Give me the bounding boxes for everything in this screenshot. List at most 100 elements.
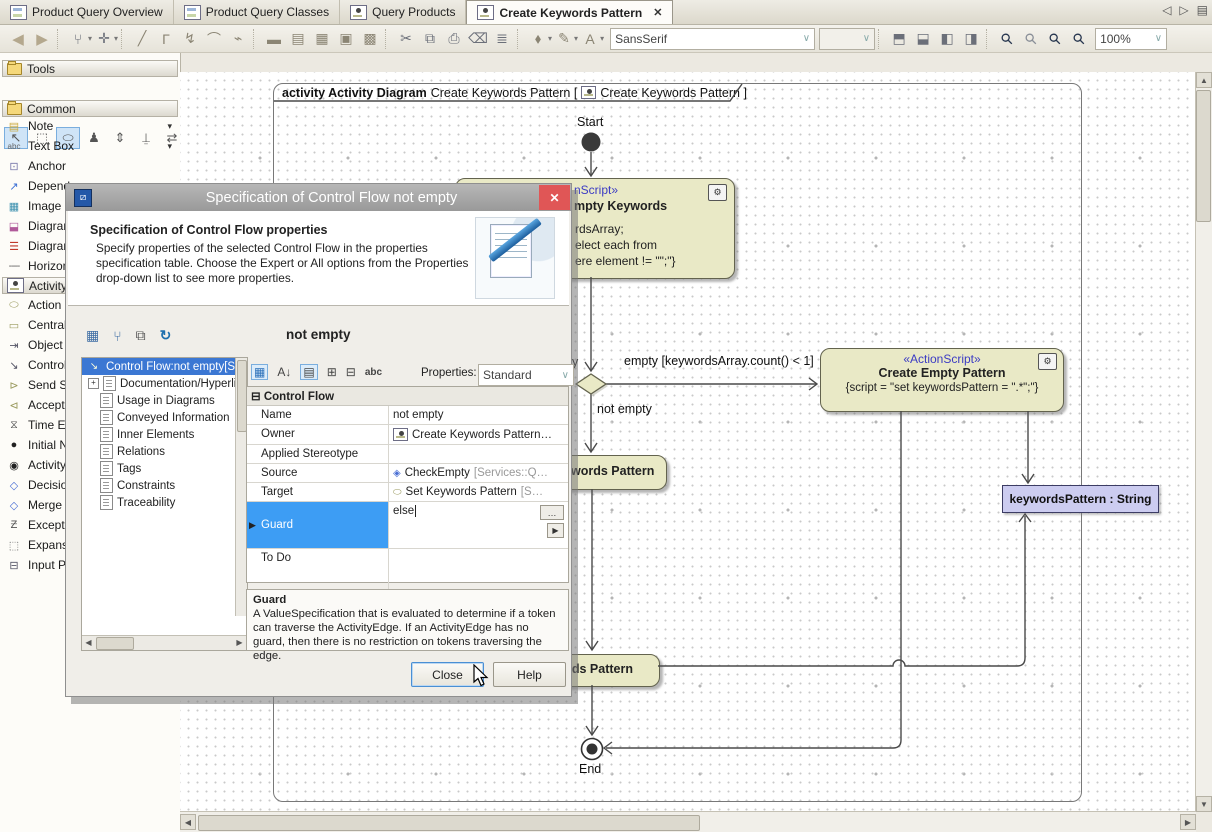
dropdown-caret-icon[interactable]: ▾ [88,34,92,43]
spec-table-icon[interactable]: ▦ [86,327,99,344]
back-button[interactable]: ◀ [7,28,29,50]
horizontal-scroll-thumb[interactable] [198,815,700,831]
palette-section-common[interactable]: Common [2,100,178,117]
tree-item-conveyed-information[interactable]: Conveyed Information [82,409,247,426]
curve-line-icon[interactable]: ⌒ [203,28,225,50]
tree-horizontal-scrollbar[interactable]: ◀ ▶ [82,635,246,650]
horizontal-scrollbar[interactable]: ◀ ▶ [180,811,1196,832]
fill-color-icon[interactable]: ⬧ [527,28,549,50]
layout-grid-icon[interactable]: ▣ [335,28,357,50]
scroll-right-icon[interactable]: ▶ [233,636,246,649]
property-row-to-do[interactable]: To Do [247,549,568,589]
layout-overlap-icon[interactable]: ▩ [359,28,381,50]
line-color-icon[interactable]: ✎ [553,28,575,50]
distribute-shapes-icon[interactable]: ▤ [287,28,309,50]
categorized-view-icon[interactable]: ▦ [251,364,268,380]
action-node-create-empty-pattern[interactable]: ⚙ «ActionScript» Create Empty Pattern {s… [820,348,1064,412]
palette-item-text-box[interactable]: abc Text Box ▾ [0,136,180,156]
scroll-left-icon[interactable]: ◀ [82,636,95,649]
tab-scroll-left-icon[interactable]: ◁ [1162,3,1171,17]
palette-item-anchor[interactable]: ⊡ Anchor [0,156,180,176]
property-row-source[interactable]: Source ◈ CheckEmpty [Services::Q… [247,464,568,483]
dropdown-caret-icon[interactable]: ▾ [548,34,552,43]
tab-query-products[interactable]: Query Products [340,0,466,24]
gear-icon[interactable]: ⚙ [1038,353,1057,370]
tree-item-usage-in-diagrams[interactable]: Usage in Diagrams [82,392,247,409]
collapse-all-icon[interactable]: ⊟ [346,365,356,379]
dialog-title-bar[interactable]: ⧄ Specification of Control Flow not empt… [66,184,571,211]
oblique-line-icon[interactable]: ↯ [179,28,201,50]
scroll-up-icon[interactable]: ▲ [1196,72,1212,88]
properties-mode-select[interactable]: Standard ∨ [478,364,574,386]
vertical-scrollbar[interactable]: ▲ ▼ [1195,72,1212,812]
align-shapes-icon[interactable]: ▬ [263,28,285,50]
scroll-down-icon[interactable]: ▼ [1196,796,1212,812]
guard-expand-button[interactable]: ▶ [547,523,564,538]
tab-close-icon[interactable]: ✕ [653,6,662,19]
copy-icon[interactable]: ⧉ [419,28,441,50]
tree-item-tags[interactable]: Tags [82,460,247,477]
clone-icon[interactable]: ≣ [491,28,513,50]
dropdown-caret-icon[interactable]: ▾ [600,34,604,43]
sort-alphabetically-icon[interactable]: A↓ [277,365,291,379]
property-row-owner[interactable]: Owner Create Keywords Pattern… [247,425,568,445]
paste-icon[interactable]: ⎙ [443,28,465,50]
group-icon[interactable]: ⬒ [888,28,910,50]
line-style-icon[interactable]: ╱ [131,28,153,50]
dropdown-caret-icon[interactable]: ▾ [574,34,578,43]
tree-item-traceability[interactable]: Traceability [82,494,247,511]
abc-edit-icon[interactable]: abc [365,367,382,378]
rows-view-icon[interactable]: ▤ [300,364,317,380]
scroll-left-icon[interactable]: ◀ [180,814,196,830]
refresh-icon[interactable]: ↻ [160,327,172,344]
tab-product-query-overview[interactable]: Product Query Overview [0,0,174,24]
delete-icon[interactable]: ⌫ [467,28,489,50]
usages-tree-icon[interactable]: ⑂ [113,328,121,344]
group-header-control-flow[interactable]: ⊟ Control Flow [247,387,568,406]
palette-section-tools[interactable]: Tools [2,60,178,77]
dropdown-caret-icon[interactable]: ▾ [114,34,118,43]
chevron-down-icon[interactable]: ▾ [167,141,172,152]
tree-item-constraints[interactable]: Constraints [82,477,247,494]
property-row-name[interactable]: Name not empty [247,406,568,425]
dashed-line-icon[interactable]: ⌁ [227,28,249,50]
collapse-icon[interactable]: ⊟ [251,391,261,403]
to-back-icon[interactable]: ◨ [960,28,982,50]
help-button[interactable]: Help [493,662,566,687]
rectilinear-line-icon[interactable]: Γ [155,28,177,50]
tab-scroll-right-icon[interactable]: ▷ [1179,3,1188,17]
tree-item-inner-elements[interactable]: Inner Elements [82,426,247,443]
guard-more-button[interactable]: … [540,505,564,520]
chevron-down-icon[interactable]: ▾ [167,121,172,132]
cut-icon[interactable]: ✂ [395,28,417,50]
containment-tree-icon[interactable]: ⑂ [67,28,89,50]
guard-value-editor[interactable]: else [393,505,416,517]
tree-item-relations[interactable]: Relations [82,443,247,460]
palette-item-note[interactable]: ▤ Note ▾ [0,116,180,136]
font-size-select[interactable]: ∨ [819,28,875,50]
tab-create-keywords-pattern[interactable]: Create Keywords Pattern ✕ [466,0,673,24]
expand-all-icon[interactable]: ⊞ [327,365,337,379]
scroll-right-icon[interactable]: ▶ [1180,814,1196,830]
vertical-scroll-thumb[interactable] [1196,90,1211,222]
ungroup-icon[interactable]: ⬓ [912,28,934,50]
tree-item-documentation[interactable]: + Documentation/Hyperlin [82,375,247,392]
zoom-out-icon[interactable]: ⚲ [1064,23,1095,54]
forward-button[interactable]: ▶ [31,28,53,50]
object-node-keywords-pattern[interactable]: keywordsPattern : String [1002,485,1159,513]
property-row-applied-stereotype[interactable]: Applied Stereotype [247,445,568,464]
tab-list-icon[interactable]: ▤ [1197,3,1208,17]
copy-spec-icon[interactable]: ⧉ [136,327,146,344]
tree-item-control-flow[interactable]: ↘ Control Flow:not empty[Ser [82,358,247,375]
font-color-icon[interactable]: A [579,28,601,50]
make-same-size-icon[interactable]: ▦ [311,28,333,50]
tab-product-query-classes[interactable]: Product Query Classes [174,0,340,24]
to-front-icon[interactable]: ◧ [936,28,958,50]
property-row-guard[interactable]: ▶ Guard else … ▶ [247,502,568,549]
gear-icon[interactable]: ⚙ [708,184,727,201]
add-element-icon[interactable]: ✛ [93,28,115,50]
expand-icon[interactable]: + [88,378,99,389]
font-family-select[interactable]: SansSerif ∨ [610,28,815,50]
close-button[interactable]: Close [411,662,484,687]
property-row-target[interactable]: Target ⬭ Set Keywords Pattern [S… [247,483,568,502]
